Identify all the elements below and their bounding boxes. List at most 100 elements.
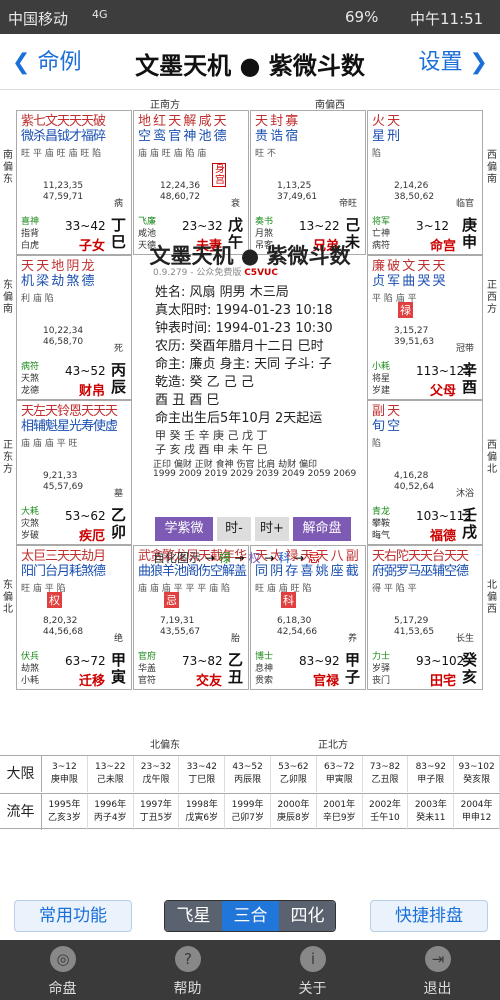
- direction-label: 西偏南: [487, 150, 497, 185]
- mode-fly-star[interactable]: 飞星: [165, 901, 222, 931]
- palace-name: 交友: [196, 674, 223, 689]
- palace-cell[interactable]: 廉 破 文 天 天贞 军 曲 哭 哭 平 陷 庙 平 3,15,27 39,51,…: [367, 255, 483, 400]
- star-brightness: 庙 庙 旺 庙 陷 庙: [138, 149, 207, 159]
- life-stage: 绝: [113, 634, 123, 644]
- palace-cell[interactable]: 天右陀天天台天天 府弼罗马巫辅空德 得 平 陷 平 5,17,29 41,53,65…: [367, 545, 483, 690]
- direction-label: 正北方: [318, 740, 348, 751]
- liunian-cell[interactable]: 1996年 丙子4岁: [88, 794, 134, 830]
- learn-button[interactable]: 学紫微: [155, 517, 213, 541]
- palace-gods: 伏兵 劫煞 小耗: [21, 652, 40, 686]
- daxian-cell[interactable]: 23~32 戊午限: [134, 756, 180, 792]
- mode-sanhe[interactable]: 三合: [222, 901, 279, 931]
- astrology-chart: 正南方 南偏西 北偏东 正北方 南偏东 东偏南 正东方 东偏北 西偏南 正西方 …: [0, 90, 500, 751]
- star-brightness: 得 平 陷 平: [372, 584, 417, 594]
- liunian-cell[interactable]: 1999年 己卯7岁: [225, 794, 271, 830]
- daxian-cell[interactable]: 63~72 甲寅限: [317, 756, 363, 792]
- liunian-cell[interactable]: 2000年 庚辰8岁: [271, 794, 317, 830]
- palace-gods: 将军 亡神 病符: [372, 217, 391, 251]
- liunian-cell[interactable]: 1998年 戊寅6岁: [179, 794, 226, 830]
- age-list: 12,24,36 48,60,72: [160, 181, 201, 202]
- palace-name: 父母: [430, 384, 457, 399]
- star-names: 紫七文天天天破 微杀昌钺才福碎: [21, 114, 106, 144]
- settings-label: 设置: [418, 50, 463, 75]
- hour-plus-button[interactable]: 时+: [255, 517, 289, 541]
- network-label: 4G: [92, 8, 108, 21]
- tab-help[interactable]: ? 帮助: [125, 940, 250, 1000]
- palace-cell[interactable]: 副 天旬 空 陷 4,16,28 40,52,64 沐浴 青龙 攀鞍 晦气 103~1…: [367, 400, 483, 545]
- liunian-cell[interactable]: 1995年 乙亥3岁: [42, 794, 88, 830]
- daxian-cell[interactable]: 43~52 丙辰限: [225, 756, 271, 792]
- daxian-cell[interactable]: 93~102 癸亥限: [454, 756, 500, 792]
- master-line: 命主: 廉贞 身主: 天同 子斗: 子: [155, 357, 332, 372]
- sihua-tag: 权: [47, 592, 62, 608]
- daxian-cell[interactable]: 3~12 庚申限: [42, 756, 88, 792]
- liunian-cell[interactable]: 1997年 丁丑5岁: [134, 794, 180, 830]
- liunian-cell[interactable]: 2003年 癸未11: [408, 794, 455, 830]
- hour-minus-button[interactable]: 时-: [217, 517, 251, 541]
- palace-name: 财帛: [79, 384, 106, 399]
- palace-cell[interactable]: 天左天铃恩天天天 相辅魁星光寿使虚 庙 庙 庙 平 旺 9,21,33 45,57,…: [16, 400, 132, 545]
- palace-name: 疾厄: [79, 529, 106, 544]
- daxian-cell[interactable]: 33~42 丁巳限: [179, 756, 226, 792]
- palace-cell[interactable]: 天 天 地 阴 龙机 梁 劫 煞 德 利 庙 陷 10,22,34 46,58,7…: [16, 255, 132, 400]
- chart-center-panel: 文墨天机 ● 紫微斗数 0.9.279 - 公众免费版 C5VUC 姓名: 风扇…: [133, 235, 367, 576]
- sihua-tag: 科: [281, 592, 296, 608]
- age-range: 43~52: [65, 364, 106, 378]
- palace-cell[interactable]: 地 红 天 解 咸 天空 鸾 官 神 池 德 庙 庙 旺 庙 陷 庙 12,24…: [133, 110, 249, 255]
- stem-branch: 壬戌: [462, 506, 478, 541]
- palace-gods: 小耗 将星 岁建: [372, 362, 391, 396]
- star-names: 火 天星 刑: [372, 114, 400, 144]
- palace-cell[interactable]: 天 封 寡贵 诰 宿 旺 不 1,13,25 37,49,61 帝旺 奏书 月煞 吊客…: [250, 110, 366, 255]
- palace-cell[interactable]: 太巨三天天劫月 阳门台月耗煞德 旺 庙 平 陷 8,20,32 44,56,68 绝…: [16, 545, 132, 690]
- settings-button[interactable]: 设置 ❯: [419, 44, 488, 76]
- direction-label: 正东方: [3, 440, 13, 475]
- age-range: 23~32: [182, 219, 223, 233]
- age-range: 73~82: [182, 654, 223, 668]
- daxian-cell[interactable]: 73~82 乙丑限: [363, 756, 409, 792]
- liunian-row: 流年 1995年 乙亥3岁 1996年 丙子4岁 1997年 丁丑5岁 1998年 戊…: [0, 793, 500, 830]
- star-brightness: 庙 庙 庙 平 平 平 庙 陷: [138, 584, 231, 594]
- liunian-cell[interactable]: 2004年 甲申12: [454, 794, 500, 830]
- life-stage: 墓: [113, 489, 123, 499]
- life-stage: 冠带: [455, 344, 474, 354]
- tab-chart[interactable]: ◎ 命盘: [0, 940, 125, 1000]
- daxian-cell[interactable]: 83~92 甲子限: [408, 756, 455, 792]
- tab-exit[interactable]: ⇥ 退出: [375, 940, 500, 1000]
- daxian-cell[interactable]: 13~22 己未限: [88, 756, 134, 792]
- star-brightness: 旺 平 庙 旺 庙 旺 陷: [21, 149, 102, 159]
- liunian-cell[interactable]: 2001年 辛巳9岁: [317, 794, 363, 830]
- tab-about[interactable]: i 关于: [250, 940, 375, 1000]
- quick-chart-button[interactable]: 快捷排盘: [370, 900, 488, 932]
- age-range: 3~12: [416, 219, 449, 233]
- life-stage: 长生: [455, 634, 474, 644]
- interpret-button[interactable]: 解命盘: [293, 517, 351, 541]
- palace-cell[interactable]: 火 天星 刑 陷 2,14,26 38,50,62 临官 将军 亡神 病符 3~12 …: [367, 110, 483, 255]
- app-bar: ❮ 命例 文墨天机 ● 紫微斗数 设置 ❯: [0, 34, 500, 90]
- age-list: 3,15,27 39,51,63: [394, 326, 435, 347]
- stem-branch: 乙卯: [111, 506, 127, 541]
- age-range: 53~62: [65, 509, 106, 523]
- life-stage: 胎: [230, 634, 240, 644]
- age-list: 9,21,33 45,57,69: [43, 471, 84, 492]
- life-stage: 养: [347, 634, 357, 644]
- chevron-right-icon: ❯: [462, 50, 488, 75]
- palace-cell[interactable]: 紫七文天天天破 微杀昌钺才福碎 旺 平 庙 旺 庙 旺 陷 11,23,35 47,…: [16, 110, 132, 255]
- mode-sihua[interactable]: 四化: [279, 901, 335, 931]
- star-names: 天 天 地 阴 龙机 梁 劫 煞 德: [21, 259, 95, 289]
- stem-branch: 丁巳: [111, 216, 127, 251]
- age-range: 83~92: [299, 654, 340, 668]
- direction-label: 北偏西: [487, 580, 497, 615]
- direction-label: 南偏西: [315, 100, 345, 111]
- common-functions-button[interactable]: 常用功能: [14, 900, 132, 932]
- liunian-cell[interactable]: 2002年 壬午10: [363, 794, 409, 830]
- daxian-cell[interactable]: 53~62 乙卯限: [271, 756, 317, 792]
- age-range: 63~72: [65, 654, 106, 668]
- palace-gods: 博士 息神 贯索: [255, 652, 274, 686]
- mode-segment: 飞星 三合 四化: [164, 900, 336, 932]
- direction-label: 北偏东: [150, 740, 180, 751]
- age-list: 5,17,29 41,53,65: [394, 616, 435, 637]
- stem-branch: 辛酉: [462, 361, 478, 396]
- age-list: 2,14,26 38,50,62: [394, 181, 435, 202]
- battery-label: 69%: [345, 8, 379, 26]
- palace-gods: 大耗 灾煞 岁破: [21, 507, 40, 541]
